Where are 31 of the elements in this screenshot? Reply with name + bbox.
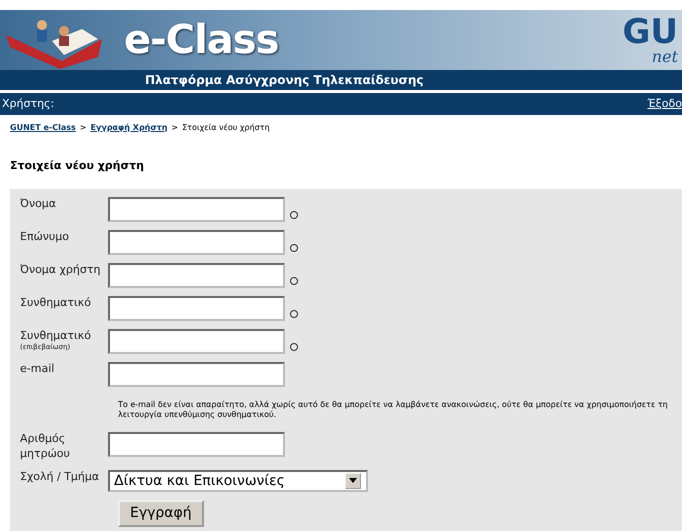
breadcrumb-link[interactable]: Εγγραφή Χρήστη	[90, 122, 168, 134]
field-note: Το e-mail δεν είναι απαραίτητο, αλλά χωρίς αυτό δε θα μπορείτε να λαμβάνετε ανακοινώσεις, ούτε θα μπορείτε να χρησιμοποιήσετε τη λειτουργία υπενθύμισης συνθηματικού.	[118, 400, 669, 420]
logo-text: e-Class	[124, 20, 278, 60]
field-label: Αριθμός μητρώου	[20, 432, 71, 462]
select-value: Δίκτυα και Επικοινωνίες	[114, 472, 285, 490]
logout-link[interactable]: Έξοδο	[647, 96, 682, 112]
input-field[interactable]	[108, 196, 285, 222]
dropdown-caret-icon[interactable]	[345, 472, 361, 489]
page-title: Στοιχεία νέου χρήστη	[10, 158, 145, 174]
breadcrumb-current: Στοιχεία νέου χρήστη	[182, 122, 270, 134]
input-field[interactable]	[108, 328, 285, 354]
field-label: Συνθηματικό	[20, 296, 92, 310]
field-label: Συνθηματικό	[20, 328, 92, 343]
register-button[interactable]: Εγγραφή	[118, 500, 204, 527]
partner-logo: GU net	[622, 15, 679, 65]
breadcrumb-separator: >	[80, 122, 86, 134]
breadcrumb-separator: >	[171, 122, 178, 134]
field-label: e-mail	[20, 362, 56, 376]
input-field[interactable]	[108, 296, 285, 320]
input-field[interactable]	[108, 262, 285, 288]
field-label: Σχολή / Τμήμα	[20, 470, 100, 485]
field-label: Επώνυμο	[20, 230, 70, 244]
platform-subtitle: Πλατφόρμα Ασύγχρονης Τηλεκπαίδευσης	[0, 70, 682, 90]
input-field[interactable]	[108, 230, 285, 254]
input-field[interactable]	[108, 362, 285, 386]
field-label: Όνομα χρήστη	[20, 262, 102, 278]
field-label: Όνομα	[20, 196, 58, 212]
breadcrumb-link[interactable]: GUNET e-Class	[10, 122, 76, 134]
user-label: Χρήστης:	[2, 96, 54, 112]
department-select[interactable]: Δίκτυα και Επικοινωνίες	[108, 470, 368, 492]
input-field[interactable]	[108, 432, 285, 458]
